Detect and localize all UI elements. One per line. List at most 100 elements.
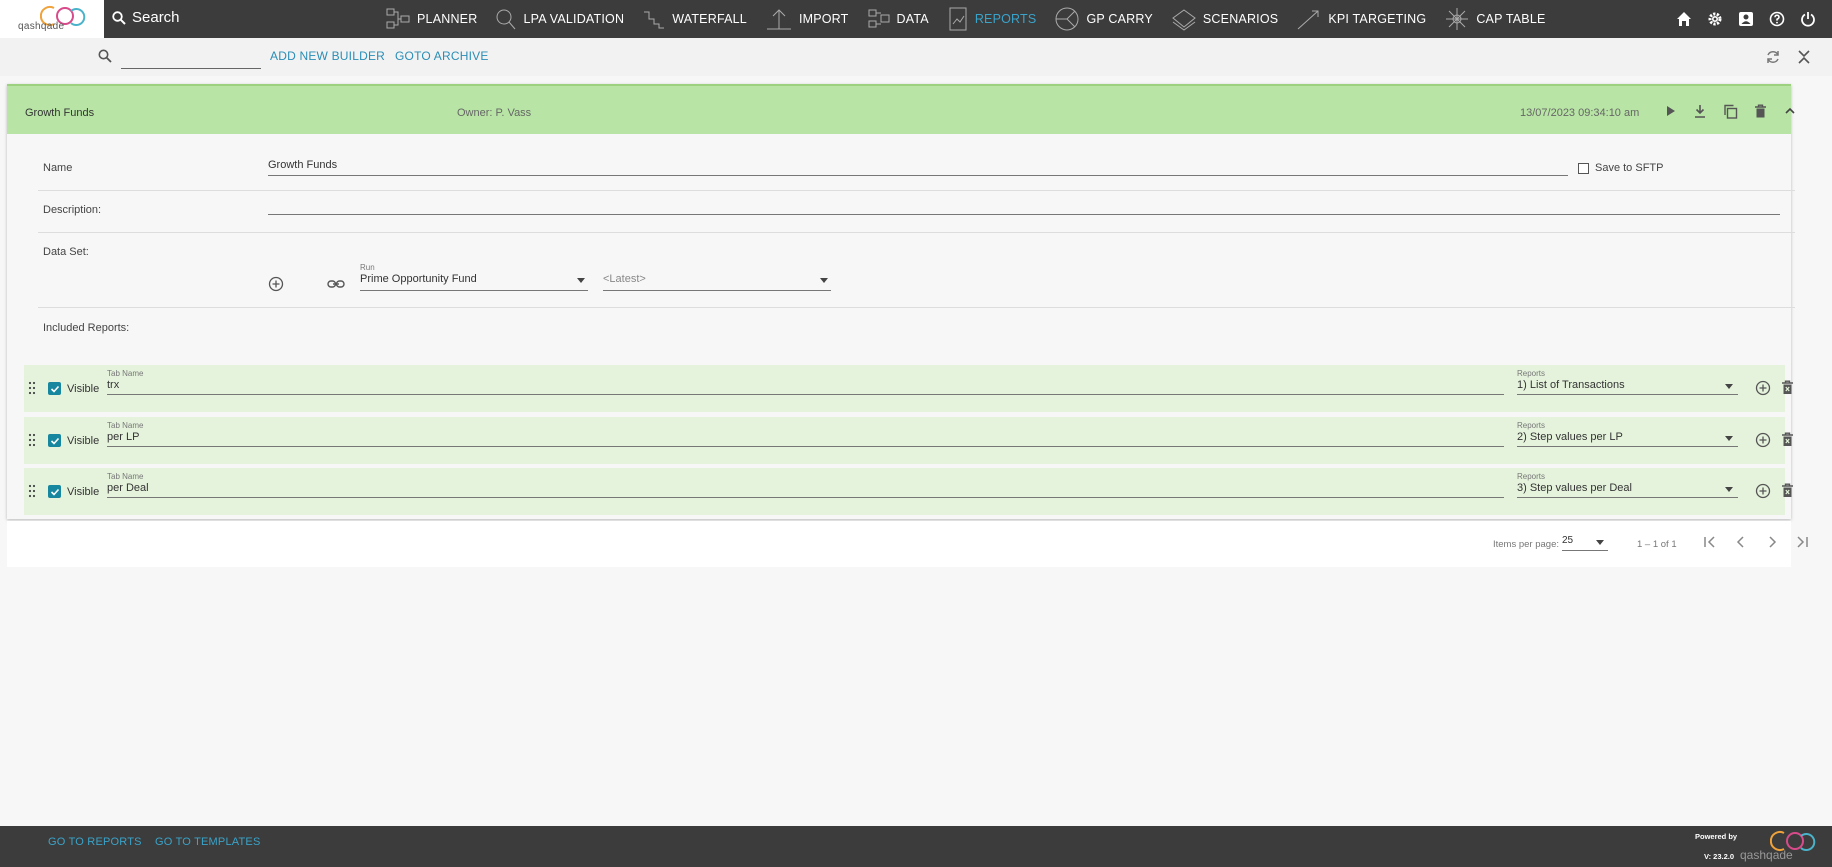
go-to-reports-link[interactable]: GO TO REPORTS [48,836,142,848]
nav-label: KPI TARGETING [1328,12,1427,26]
nav-kpi-targeting[interactable]: KPI TARGETING [1296,7,1426,31]
visible-checkbox[interactable] [48,485,61,498]
drag-handle-icon[interactable] [28,433,36,447]
report-select[interactable]: 2) Step values per LP [1517,431,1738,447]
nav-import[interactable]: IMPORT [765,7,849,31]
items-per-page-select[interactable]: 25 [1562,535,1608,551]
goto-archive-button[interactable]: GOTO ARCHIVE [395,49,489,63]
dropdown-arrow-icon [1725,487,1733,492]
go-to-templates-link[interactable]: GO TO TEMPLATES [155,836,261,848]
reports-label: Reports [1517,369,1546,378]
builder-card-header[interactable]: Growth Funds Owner: P. Vass 13/07/2023 0… [7,84,1795,134]
nav-scenarios[interactable]: SCENARIOS [1171,7,1278,31]
nav-data[interactable]: DATA [867,7,929,31]
report-select[interactable]: 3) Step values per Deal [1517,482,1738,498]
report-row: Visible Tab Name per Deal Reports 3) Ste… [24,468,1793,515]
run-icon[interactable] [1661,102,1679,120]
run-version-value: <Latest> [603,273,646,285]
visible-label: Visible [67,383,100,395]
visible-checkbox[interactable] [48,382,61,395]
refresh-icon[interactable] [1765,49,1781,65]
visible-label: Visible [67,486,100,498]
run-version-select[interactable]: <Latest> [603,273,831,291]
run-select-value: Prime Opportunity Fund [360,273,477,285]
tab-name-label: Tab Name [107,472,144,481]
help-icon[interactable] [1767,9,1787,29]
divider [38,190,1795,191]
first-page-icon[interactable] [1702,534,1718,550]
delete-icon[interactable] [1751,102,1769,120]
global-search[interactable]: Search [112,9,180,26]
description-label: Description: [43,204,102,216]
builder-timestamp: 13/07/2023 09:34:10 am [1520,107,1640,119]
run-field-label: Run [360,263,375,272]
tab-name-field[interactable]: per LP [107,431,1504,447]
download-icon[interactable] [1691,102,1709,120]
previous-page-icon[interactable] [1733,534,1749,550]
run-select[interactable]: Prime Opportunity Fund [360,273,588,291]
save-to-sftp-checkbox[interactable] [1578,163,1589,174]
home-icon[interactable] [1674,9,1694,29]
divider [38,307,1795,308]
name-field[interactable]: Growth Funds [268,159,1568,176]
report-row: Visible Tab Name per LP Reports 2) Step … [24,417,1793,464]
dropdown-arrow-icon [1725,436,1733,441]
report-select-value: 1) List of Transactions [1517,379,1625,391]
nav-cap-table[interactable]: CAP TABLE [1444,6,1545,32]
builder-search-input[interactable] [121,48,261,69]
gear-icon[interactable] [1705,9,1725,29]
name-label: Name [43,162,73,174]
delete-icon[interactable] [1781,432,1794,447]
nav-label: CAP TABLE [1476,12,1546,26]
items-per-page-value: 25 [1562,535,1574,546]
power-icon[interactable] [1798,9,1818,29]
footer-bar: GO TO REPORTS GO TO TEMPLATES Powered by… [0,826,1832,867]
nav-gp-carry[interactable]: GP CARRY [1054,6,1153,32]
cap-table-icon [1446,8,1469,30]
planner-icon [386,8,410,29]
dataset-label: Data Set: [43,246,89,258]
add-circle-icon[interactable] [1755,380,1771,396]
drag-handle-icon[interactable] [28,484,36,498]
tab-name-label: Tab Name [107,369,144,378]
search-icon [98,49,112,63]
builder-toolbar: ADD NEW BUILDER GOTO ARCHIVE [0,38,1832,76]
delete-icon[interactable] [1781,380,1794,395]
chevron-up-icon[interactable] [1781,102,1799,120]
last-page-icon[interactable] [1794,534,1810,550]
collapse-all-icon[interactable] [1796,49,1812,65]
visible-label: Visible [67,435,100,447]
reports-label: Reports [1517,472,1546,481]
nav-lpa-validation[interactable]: LPA VALIDATION [495,7,624,31]
tab-name-field[interactable]: trx [107,379,1504,395]
add-circle-icon[interactable] [268,276,284,292]
nav-planner[interactable]: PLANNER [385,7,477,31]
add-circle-icon[interactable] [1755,432,1771,448]
drag-handle-icon[interactable] [28,381,36,395]
paginator: Items per page: 25 1 – 1 of 1 [7,521,1808,567]
version-label: V: 23.2.0 [1704,852,1735,861]
nav-reports[interactable]: REPORTS [947,6,1037,32]
next-page-icon[interactable] [1764,534,1780,550]
add-circle-icon[interactable] [1755,483,1771,499]
add-new-builder-button[interactable]: ADD NEW BUILDER [270,49,385,63]
builder-owner: Owner: P. Vass [457,107,532,119]
reports-icon [949,7,967,31]
nav-label: LPA VALIDATION [523,12,625,26]
report-select-value: 2) Step values per LP [1517,431,1623,443]
report-select-value: 3) Step values per Deal [1517,482,1632,494]
visible-checkbox[interactable] [48,434,61,447]
user-icon[interactable] [1736,9,1756,29]
nav-waterfall[interactable]: WATERFALL [642,7,747,31]
brand-logo[interactable]: qashqade [0,0,104,38]
report-row: Visible Tab Name trx Reports 1) List of … [24,365,1793,412]
reports-label: Reports [1517,421,1546,430]
report-select[interactable]: 1) List of Transactions [1517,379,1738,395]
import-icon [766,9,791,30]
copy-icon[interactable] [1721,102,1739,120]
delete-icon[interactable] [1781,483,1794,498]
tab-name-field[interactable]: per Deal [107,482,1504,498]
link-icon[interactable] [327,277,345,291]
description-field[interactable] [268,196,1780,215]
data-icon [868,9,890,28]
